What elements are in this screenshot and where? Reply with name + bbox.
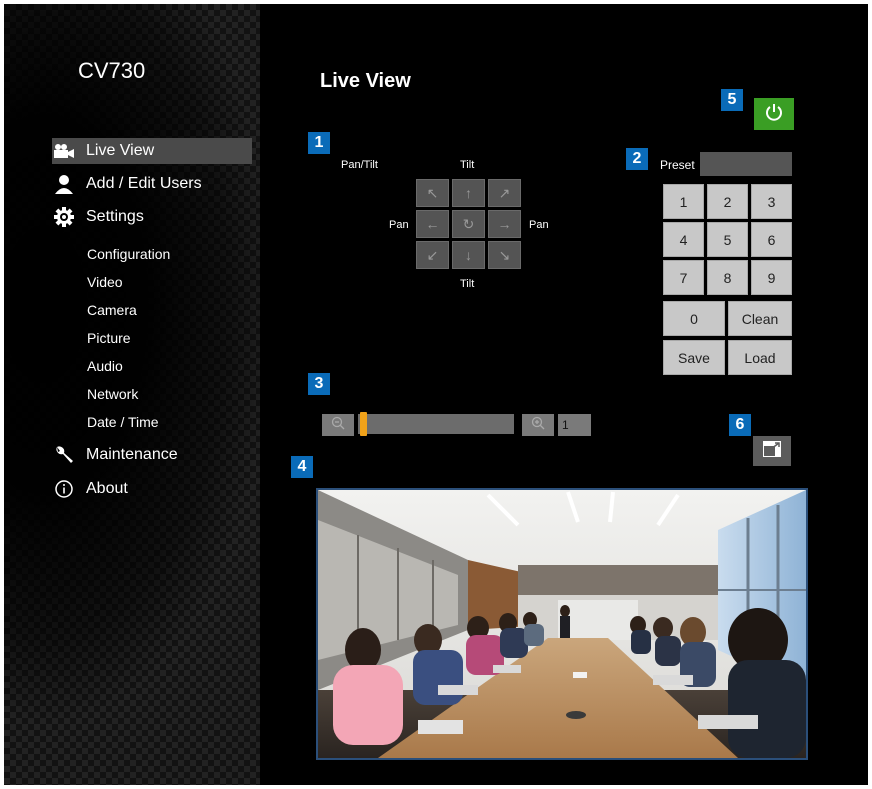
- nav-picture[interactable]: Picture: [87, 330, 131, 346]
- preset-load-button[interactable]: Load: [728, 340, 792, 375]
- power-icon: [765, 103, 783, 126]
- ptz-down-button[interactable]: ↓: [452, 241, 485, 269]
- sidebar: CV730 Live View Add / Edit Users Setting…: [4, 4, 260, 785]
- callout-badge-2: 2: [626, 148, 648, 170]
- ptz-up-left-button[interactable]: ↖: [416, 179, 449, 207]
- preset-key-5[interactable]: 5: [707, 222, 748, 257]
- wrench-icon: [52, 445, 76, 465]
- preset-key-7[interactable]: 7: [663, 260, 704, 295]
- nav-date-time[interactable]: Date / Time: [87, 414, 159, 430]
- conference-room-video-frame: [318, 490, 806, 758]
- ptz-up-button[interactable]: ↑: [452, 179, 485, 207]
- zoom-in-icon: [531, 416, 545, 435]
- nav-label: Settings: [86, 208, 144, 225]
- preset-key-4[interactable]: 4: [663, 222, 704, 257]
- arrow-right-icon: →: [497, 216, 512, 232]
- preset-input[interactable]: [700, 152, 792, 176]
- preset-key-1[interactable]: 1: [663, 184, 704, 219]
- zoom-out-icon: [331, 416, 345, 435]
- fullscreen-button[interactable]: [753, 436, 791, 466]
- tilt-label-top: Tilt: [460, 159, 475, 171]
- arrow-up-right-icon: ↗: [498, 184, 511, 201]
- page-title: Live View: [320, 70, 411, 92]
- nav-configuration[interactable]: Configuration: [87, 246, 170, 262]
- preset-key-6[interactable]: 6: [751, 222, 792, 257]
- pan-tilt-label: Pan/Tilt: [341, 159, 378, 171]
- refresh-icon: ↻: [462, 215, 475, 232]
- arrow-up-left-icon: ↖: [426, 184, 439, 201]
- fullscreen-icon: [762, 440, 782, 463]
- callout-badge-6: 6: [729, 414, 751, 436]
- preset-key-9[interactable]: 9: [751, 260, 792, 295]
- nav-label: Add / Edit Users: [86, 175, 202, 192]
- ptz-down-left-button[interactable]: ↙: [416, 241, 449, 269]
- video-camera-icon: [52, 141, 76, 161]
- ptz-left-button[interactable]: ←: [416, 210, 449, 238]
- live-video-preview[interactable]: [316, 488, 808, 760]
- callout-badge-1: 1: [308, 132, 330, 154]
- arrow-down-icon: ↓: [465, 247, 472, 263]
- callout-badge-4: 4: [291, 456, 313, 478]
- preset-key-2[interactable]: 2: [707, 184, 748, 219]
- preset-save-button[interactable]: Save: [663, 340, 725, 375]
- nav-live-view[interactable]: Live View: [52, 138, 252, 164]
- arrow-left-icon: ←: [425, 216, 440, 232]
- nav-settings[interactable]: Settings: [52, 204, 252, 230]
- nav-audio[interactable]: Audio: [87, 358, 123, 374]
- ptz-right-button[interactable]: →: [488, 210, 521, 238]
- zoom-out-button[interactable]: [322, 414, 354, 436]
- gear-icon: [52, 207, 76, 227]
- power-button[interactable]: [754, 98, 794, 130]
- ptz-home-button[interactable]: ↻: [452, 210, 485, 238]
- app-frame: CV730 Live View Add / Edit Users Setting…: [4, 4, 868, 785]
- ptz-down-right-button[interactable]: ↘: [488, 241, 521, 269]
- model-name: CV730: [78, 58, 146, 83]
- arrow-down-right-icon: ↘: [498, 246, 511, 263]
- nav-video[interactable]: Video: [87, 274, 123, 290]
- pan-label-right: Pan: [529, 219, 549, 231]
- info-icon: [52, 479, 76, 499]
- zoom-in-button[interactable]: [522, 414, 554, 436]
- preset-key-8[interactable]: 8: [707, 260, 748, 295]
- callout-badge-3: 3: [308, 373, 330, 395]
- tilt-label-bottom: Tilt: [460, 278, 475, 290]
- ptz-up-right-button[interactable]: ↗: [488, 179, 521, 207]
- callout-badge-5: 5: [721, 89, 743, 111]
- nav-label: Live View: [86, 142, 155, 159]
- nav-about[interactable]: About: [52, 476, 252, 502]
- preset-key-3[interactable]: 3: [751, 184, 792, 219]
- preset-key-0[interactable]: 0: [663, 301, 725, 336]
- nav-add-edit-users[interactable]: Add / Edit Users: [52, 171, 252, 197]
- zoom-slider-handle[interactable]: [360, 412, 367, 436]
- nav-network[interactable]: Network: [87, 386, 138, 402]
- pan-label-left: Pan: [389, 219, 409, 231]
- preset-label: Preset: [660, 158, 695, 172]
- zoom-slider-track[interactable]: [358, 414, 514, 434]
- nav-label: About: [86, 480, 128, 497]
- nav-maintenance[interactable]: Maintenance: [52, 442, 252, 468]
- arrow-down-left-icon: ↙: [426, 246, 439, 263]
- user-icon: [52, 174, 76, 194]
- nav-label: Maintenance: [86, 446, 178, 463]
- zoom-value-field[interactable]: 1: [558, 414, 591, 436]
- arrow-up-icon: ↑: [465, 185, 472, 201]
- nav-camera[interactable]: Camera: [87, 302, 137, 318]
- preset-clean-button[interactable]: Clean: [728, 301, 792, 336]
